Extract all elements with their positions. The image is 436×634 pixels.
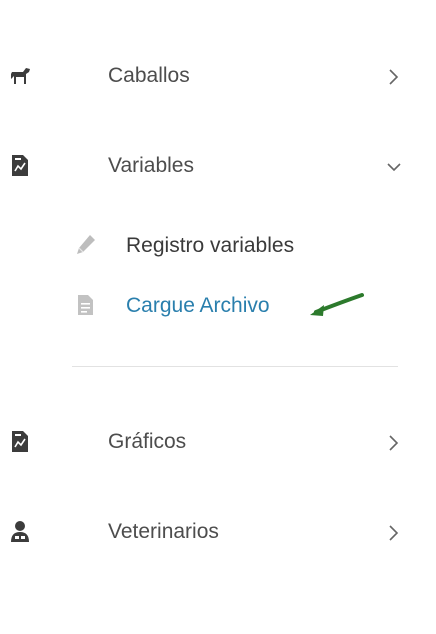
submenu-item-label: Registro variables [126, 234, 295, 257]
menu-item-caballos[interactable]: Caballos [0, 52, 436, 102]
menu-item-label: Gráficos [108, 430, 187, 453]
menu-item-label: Caballos [108, 64, 190, 87]
menu-item-variables[interactable]: Variables [0, 142, 436, 192]
chart-file-icon [12, 431, 28, 452]
submenu-item-registro-variables[interactable]: Registro variables [0, 226, 436, 266]
header-partial-text [0, 0, 436, 16]
menu-item-veterinarios[interactable]: Veterinarios [0, 508, 436, 558]
chevron-right-icon [389, 69, 399, 85]
submenu-item-cargue-archivo[interactable]: Cargue Archivo [0, 286, 436, 326]
menu-item-graficos[interactable]: Gráficos [0, 418, 436, 468]
menu-item-label: Variables [108, 154, 194, 177]
pencil-icon [77, 235, 95, 254]
menu-divider [72, 366, 398, 367]
chevron-right-icon [389, 525, 399, 541]
document-chart-icon [12, 155, 28, 176]
arrow-annotation-icon [310, 293, 364, 316]
chevron-down-icon [387, 163, 401, 172]
horse-icon [11, 68, 30, 84]
chevron-right-icon [389, 435, 399, 451]
submenu-item-label: Cargue Archivo [126, 294, 270, 317]
menu-item-label: Veterinarios [108, 520, 219, 543]
file-icon [78, 295, 93, 315]
doctor-icon [11, 521, 29, 542]
